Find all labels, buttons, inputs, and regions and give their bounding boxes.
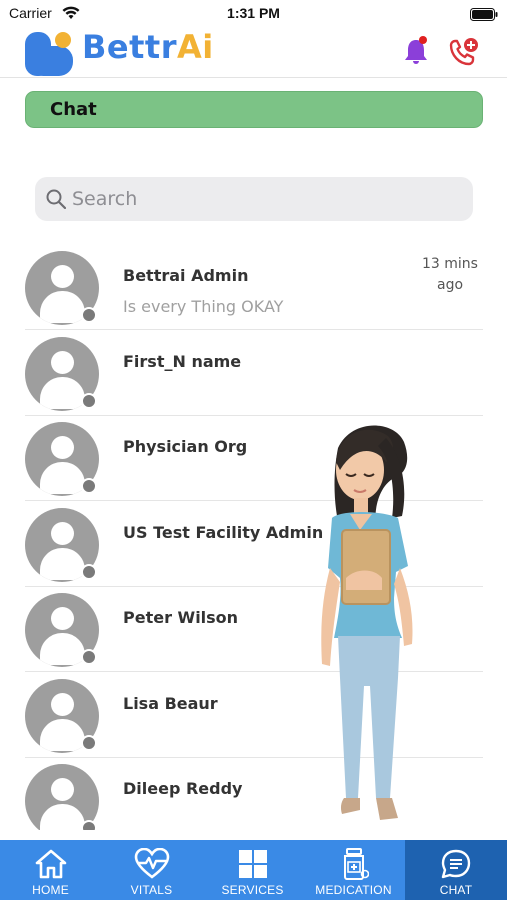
brand-name: BettrAi [82, 28, 214, 66]
offline-status-dot [81, 307, 97, 323]
offline-status-dot [81, 478, 97, 494]
tab-vitals[interactable]: VITALS [101, 840, 202, 900]
offline-status-dot [81, 564, 97, 580]
status-bar: Carrier 1:31 PM [0, 0, 507, 28]
contact-row[interactable]: Bettrai Admin Is every Thing OKAY 13 min… [0, 244, 507, 330]
contact-name: Bettrai Admin [123, 266, 249, 285]
logo-icon [25, 28, 75, 82]
last-message: Is every Thing OKAY [123, 297, 284, 316]
contact-row[interactable]: Physician Org [0, 415, 507, 501]
contact-name: Lisa Beaur [123, 694, 218, 713]
app-header: BettrAi [0, 26, 507, 78]
home-icon [0, 848, 101, 880]
tab-medication[interactable]: MEDICATION [303, 840, 404, 900]
contact-name: First_N name [123, 352, 242, 371]
tab-chat[interactable]: CHAT [405, 840, 507, 900]
contact-row[interactable]: First_N name [0, 330, 507, 416]
tab-services[interactable]: SERVICES [202, 840, 303, 900]
offline-status-dot [81, 820, 97, 830]
clock: 1:31 PM [227, 5, 280, 21]
grid-icon [202, 848, 303, 880]
contact-name: US Test Facility Admin [123, 523, 324, 542]
offline-status-dot [81, 735, 97, 751]
contact-row[interactable]: Lisa Beaur [0, 672, 507, 758]
tab-label: VITALS [130, 883, 173, 897]
contact-name: Dileep Reddy [123, 779, 243, 798]
chat-bubble-icon [405, 848, 507, 880]
assistant-character[interactable] [316, 418, 428, 842]
emergency-call-icon[interactable] [447, 35, 481, 73]
bottom-tab-bar: HOME VITALS SERVICES MEDICATION CHAT [0, 840, 507, 900]
offline-status-dot [81, 649, 97, 665]
tab-home[interactable]: HOME [0, 840, 101, 900]
search-icon [46, 189, 67, 213]
message-time: 13 mins ago [422, 256, 478, 293]
contact-row[interactable]: Peter Wilson [0, 586, 507, 672]
tab-label: HOME [32, 883, 69, 897]
search-input[interactable] [72, 177, 462, 221]
contact-name: Physician Org [123, 437, 248, 456]
page-title: Chat [50, 99, 97, 120]
chat-title-bar: Chat [25, 91, 483, 128]
tab-label: CHAT [439, 883, 473, 897]
tab-label: MEDICATION [315, 883, 392, 897]
heart-pulse-icon [101, 848, 202, 880]
search-bar[interactable] [35, 177, 473, 221]
contact-list[interactable]: Bettrai Admin Is every Thing OKAY 13 min… [0, 244, 507, 830]
contact-row[interactable]: US Test Facility Admin [0, 501, 507, 587]
offline-status-dot [81, 393, 97, 409]
notification-bell-icon[interactable] [403, 36, 431, 70]
contact-name: Peter Wilson [123, 608, 239, 627]
tab-label: SERVICES [221, 883, 284, 897]
contact-row[interactable]: Dileep Reddy [0, 757, 507, 830]
battery-icon [470, 6, 498, 25]
medicine-bottle-icon [303, 848, 404, 880]
